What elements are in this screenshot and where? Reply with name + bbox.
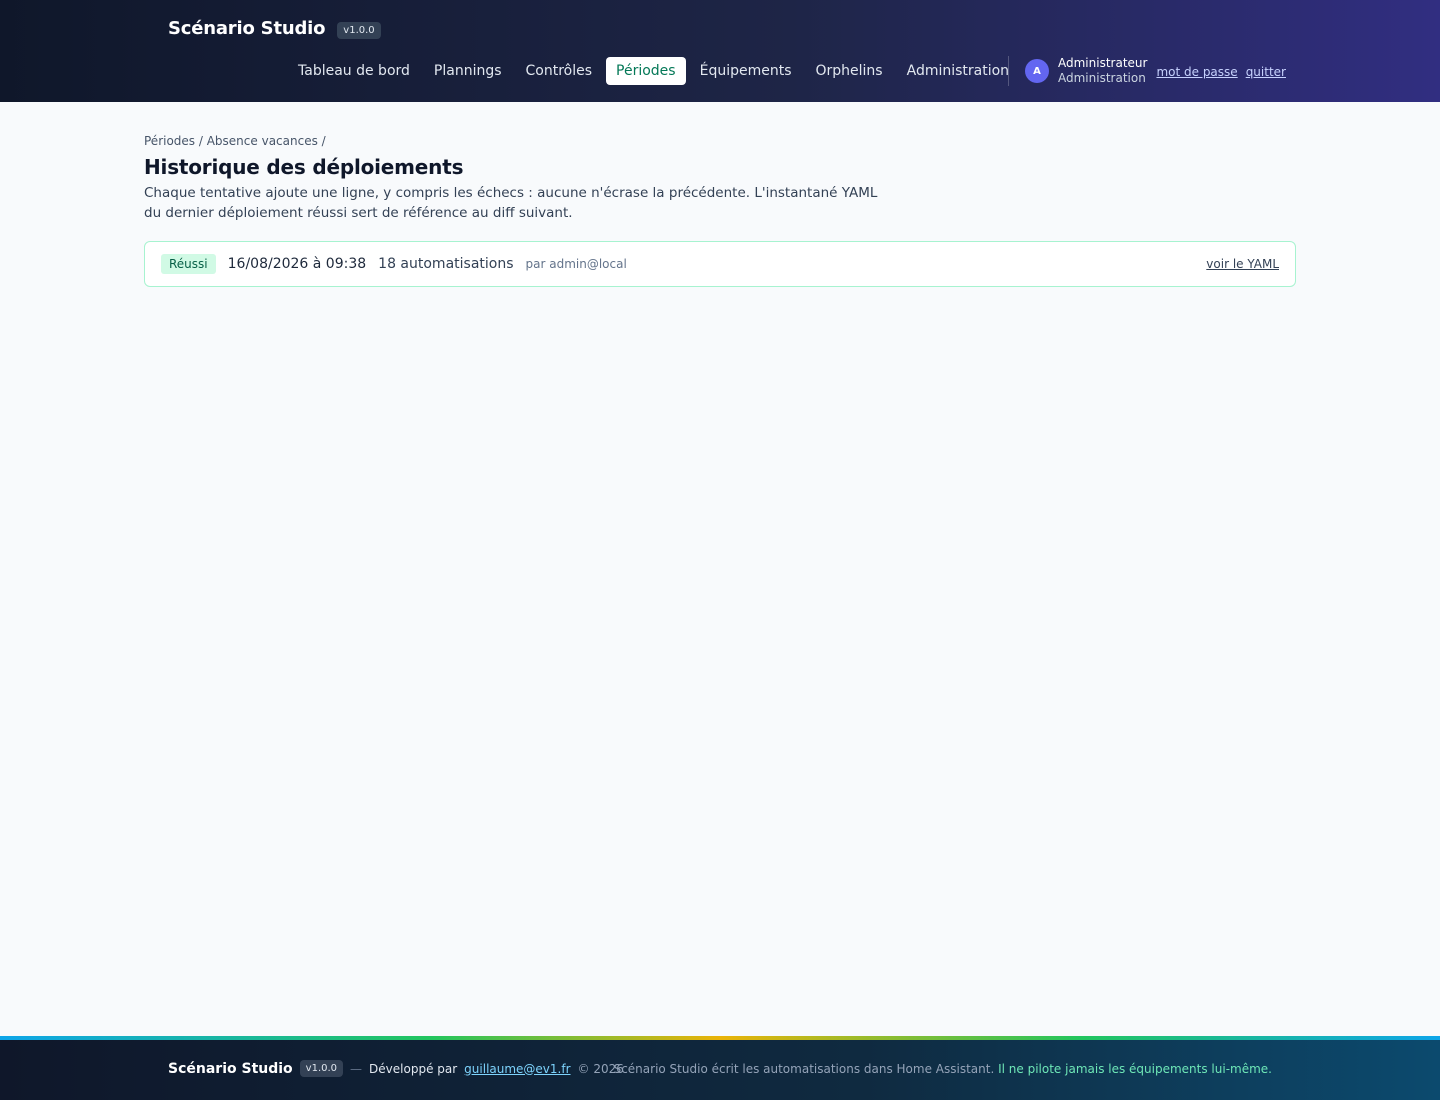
nav-item-tableau-de-bord[interactable]: Tableau de bord (288, 57, 420, 85)
footer: Scénario Studio v1.0.0 — Développé par g… (0, 1036, 1440, 1100)
deployment-author: par admin@local (525, 257, 627, 271)
main-content: Périodes / Absence vacances / Historique… (144, 134, 1296, 287)
deployment-date: 16/08/2026 à 09:38 (227, 256, 367, 272)
user-menu: A Administrateur Administration mot de p… (1025, 56, 1286, 86)
nav-item-orphelins[interactable]: Orphelins (806, 57, 893, 85)
footer-version-badge: v1.0.0 (299, 1060, 344, 1077)
version-badge: v1.0.0 (337, 21, 381, 39)
user-info: Administrateur Administration (1058, 56, 1147, 86)
user-role: Administration (1058, 71, 1146, 85)
deployment-row: Réussi 16/08/2026 à 09:38 18 automatisat… (144, 241, 1296, 287)
avatar: A (1025, 59, 1049, 83)
page-description: Chaque tentative ajoute une ligne, y com… (144, 185, 878, 221)
top-header: Scénario Studio v1.0.0 Tableau de bord P… (0, 0, 1440, 102)
main-nav: Tableau de bord Plannings Contrôles Péri… (288, 57, 1019, 85)
footer-note: Scénario Studio écrit les automatisation… (614, 1062, 1272, 1076)
footer-brand: Scénario Studio (168, 1060, 293, 1077)
footer-note-text: Scénario Studio écrit les automatisation… (613, 1062, 995, 1076)
nav-item-equipements[interactable]: Équipements (690, 57, 802, 85)
developer-email-link[interactable]: guillaume@ev1.fr (464, 1062, 570, 1076)
status-badge: Réussi (161, 254, 216, 274)
logout-link[interactable]: quitter (1246, 65, 1286, 79)
nav-divider (1008, 56, 1009, 86)
brand: Scénario Studio v1.0.0 (168, 18, 381, 39)
automation-count: 18 automatisations (378, 256, 514, 272)
breadcrumb: Périodes / Absence vacances / (144, 134, 326, 148)
footer-credits: Scénario Studio v1.0.0 — Développé par g… (168, 1060, 624, 1077)
nav-item-periodes[interactable]: Périodes (606, 57, 686, 85)
nav-item-controles[interactable]: Contrôles (516, 57, 603, 85)
change-password-link[interactable]: mot de passe (1156, 65, 1237, 79)
footer-separator: — (350, 1061, 363, 1076)
footer-note-accent: Il ne pilote jamais les équipements lui-… (998, 1062, 1272, 1076)
user-name: Administrateur (1058, 56, 1148, 70)
footer-accent-stripe (0, 1036, 1440, 1040)
view-yaml-link[interactable]: voir le YAML (1206, 257, 1279, 271)
page-title: Historique des déploiements (144, 155, 464, 179)
nav-item-administration[interactable]: Administration (897, 57, 1019, 85)
app-title[interactable]: Scénario Studio (168, 18, 325, 39)
nav-item-plannings[interactable]: Plannings (424, 57, 512, 85)
footer-developed-by: Développé par (369, 1061, 458, 1076)
user-links: mot de passe quitter (1156, 65, 1286, 79)
